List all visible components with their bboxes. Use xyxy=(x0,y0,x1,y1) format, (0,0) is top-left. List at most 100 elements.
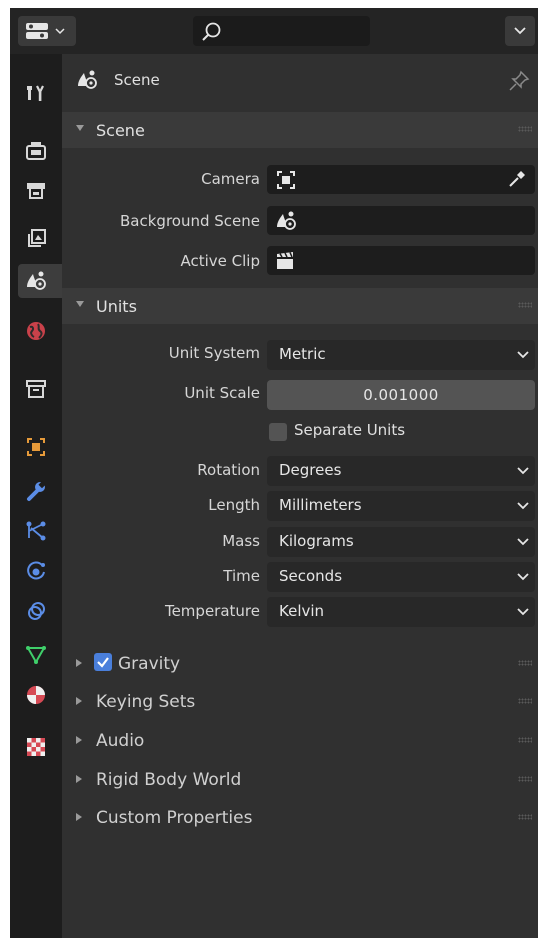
panel-header-units[interactable]: Units xyxy=(62,288,538,324)
collapsed-arrow-icon xyxy=(76,736,82,744)
world-icon xyxy=(27,322,45,340)
separate-units-checkbox[interactable] xyxy=(269,423,287,441)
background-scene-label: Background Scene xyxy=(120,212,260,230)
collapsed-arrow-icon xyxy=(76,813,82,821)
object-icon xyxy=(27,438,45,456)
unit-scale-label: Unit Scale xyxy=(184,384,260,402)
active-clip-field[interactable] xyxy=(267,246,535,275)
tab-particles[interactable] xyxy=(18,514,54,548)
rotation-value: Degrees xyxy=(279,461,342,479)
length-value: Millimeters xyxy=(279,496,362,514)
material-icon xyxy=(27,686,45,704)
particles-icon xyxy=(26,521,46,541)
collapsed-arrow-icon xyxy=(76,775,82,783)
tab-physics[interactable] xyxy=(18,554,54,588)
editor-type-button[interactable] xyxy=(18,16,76,46)
drag-handle-icon[interactable] xyxy=(518,814,532,820)
constraint-icon xyxy=(28,602,45,620)
render-icon xyxy=(26,142,46,160)
mass-value: Kilograms xyxy=(279,532,354,550)
search-input[interactable] xyxy=(193,16,370,46)
unit-system-dropdown[interactable]: Metric xyxy=(267,340,535,370)
tool-icon xyxy=(27,85,44,101)
section-title: Rigid Body World xyxy=(96,770,242,790)
chevron-down-icon xyxy=(517,351,529,359)
properties-tabs xyxy=(10,54,62,938)
unit-system-value: Metric xyxy=(279,345,326,363)
tab-object[interactable] xyxy=(18,430,54,464)
context-breadcrumb: Scene xyxy=(62,54,538,112)
tab-object-data[interactable] xyxy=(18,638,54,672)
temperature-label: Temperature xyxy=(164,602,260,620)
length-label: Length xyxy=(208,496,260,514)
gravity-label: Gravity xyxy=(118,654,181,674)
section-title: Units xyxy=(96,297,137,316)
pin-icon[interactable] xyxy=(508,70,530,92)
time-value: Seconds xyxy=(279,567,343,585)
unit-scale-field[interactable]: 0.001000 xyxy=(267,380,535,410)
physics-icon xyxy=(27,561,45,580)
drag-handle-icon[interactable] xyxy=(518,660,532,666)
tab-view-layer[interactable] xyxy=(18,222,54,256)
time-dropdown[interactable]: Seconds xyxy=(267,562,535,592)
length-dropdown[interactable]: Millimeters xyxy=(267,491,535,521)
drag-handle-icon[interactable] xyxy=(518,737,532,743)
chevron-down-icon xyxy=(517,608,529,616)
mass-label: Mass xyxy=(222,532,260,550)
context-title: Scene xyxy=(114,71,160,89)
temperature-dropdown[interactable]: Kelvin xyxy=(267,597,535,627)
wrench-icon xyxy=(27,481,46,501)
tab-material[interactable] xyxy=(18,678,54,712)
tab-render[interactable] xyxy=(18,134,54,168)
checkmark-icon xyxy=(97,657,109,668)
editor-header xyxy=(10,8,538,54)
tab-world[interactable] xyxy=(18,314,54,348)
drag-handle-icon[interactable] xyxy=(518,126,532,132)
expand-arrow-icon xyxy=(76,301,84,307)
panel-header-gravity[interactable]: Gravity xyxy=(62,645,538,681)
camera-field[interactable] xyxy=(267,165,535,194)
panel-header-scene[interactable]: Scene xyxy=(62,112,538,148)
gravity-checkbox[interactable] xyxy=(94,653,112,671)
unit-system-label: Unit System xyxy=(168,344,260,362)
section-title: Keying Sets xyxy=(96,692,196,712)
output-icon xyxy=(27,183,45,199)
mesh-data-icon xyxy=(26,646,46,665)
separate-units-label: Separate Units xyxy=(294,421,406,439)
active-clip-label: Active Clip xyxy=(180,252,261,270)
drag-handle-icon[interactable] xyxy=(518,776,532,782)
section-title: Audio xyxy=(96,731,145,751)
eyedropper-icon[interactable] xyxy=(507,169,527,189)
collapsed-arrow-icon xyxy=(76,659,82,667)
tab-texture[interactable] xyxy=(18,730,54,764)
panel-header-custom-properties[interactable]: Custom Properties xyxy=(62,799,538,835)
scene-icon xyxy=(78,70,97,89)
rotation-dropdown[interactable]: Degrees xyxy=(267,456,535,486)
tab-tool[interactable] xyxy=(18,76,54,110)
panel-header-rigid-body-world[interactable]: Rigid Body World xyxy=(62,761,538,797)
chevron-down-icon xyxy=(517,573,529,581)
options-dropdown-button[interactable] xyxy=(505,16,535,46)
tab-output[interactable] xyxy=(18,174,54,208)
search-icon xyxy=(202,22,221,41)
camera-label: Camera xyxy=(201,170,260,188)
tab-modifiers[interactable] xyxy=(18,474,54,508)
movie-clip-icon xyxy=(277,252,293,269)
view-layer-icon xyxy=(28,229,46,247)
scene-section-body: Camera Background Scene Active Clip xyxy=(62,148,538,288)
background-scene-field[interactable] xyxy=(267,206,535,235)
panel-header-audio[interactable]: Audio xyxy=(62,722,538,758)
units-section-body: Unit System Metric Unit Scale 0.001000 S… xyxy=(62,324,538,644)
temperature-value: Kelvin xyxy=(279,602,325,620)
properties-editor: Scene Scene Camera Background Scene Acti… xyxy=(10,8,538,938)
chevron-down-icon xyxy=(517,502,529,510)
tab-object-constraints[interactable] xyxy=(18,594,54,628)
drag-handle-icon[interactable] xyxy=(518,302,532,308)
tab-collection[interactable] xyxy=(18,372,54,406)
mass-dropdown[interactable]: Kilograms xyxy=(267,527,535,557)
tab-scene[interactable] xyxy=(18,264,62,298)
drag-handle-icon[interactable] xyxy=(518,698,532,704)
panel-header-keying-sets[interactable]: Keying Sets xyxy=(62,683,538,719)
camera-object-icon xyxy=(277,171,295,189)
properties-panel: Scene Scene Camera Background Scene Acti… xyxy=(62,54,538,938)
